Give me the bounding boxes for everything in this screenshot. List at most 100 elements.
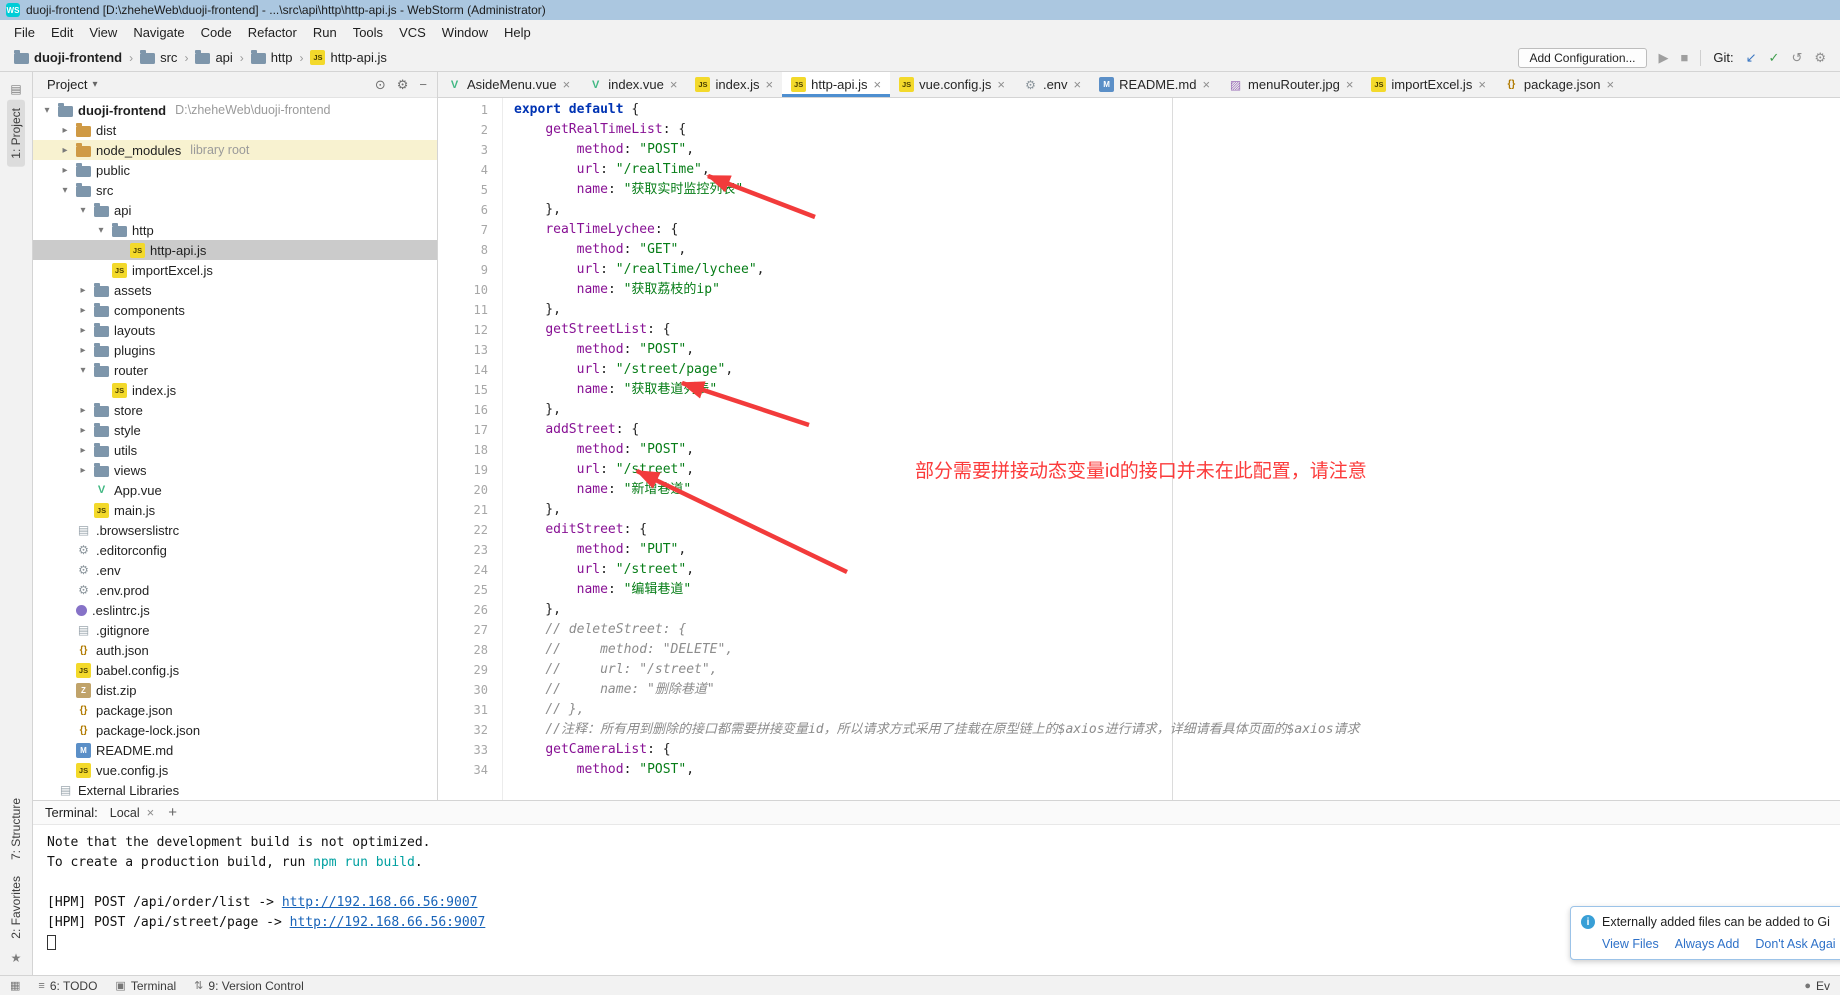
terminal-link[interactable]: http://192.168.66.56:9007 (282, 895, 478, 910)
tree-item-components[interactable]: ▸components (33, 300, 437, 320)
terminal-output[interactable]: Note that the development build is not o… (33, 825, 1840, 975)
chevron-right-icon[interactable]: ▸ (77, 285, 89, 296)
tab-menurouter-jpg[interactable]: ▨menuRouter.jpg× (1219, 72, 1362, 97)
tree-item-api[interactable]: ▾api (33, 200, 437, 220)
tree-item-views[interactable]: ▸views (33, 460, 437, 480)
tree-item-vue-config-js[interactable]: JSvue.config.js (33, 760, 437, 780)
chevron-right-icon[interactable]: ▸ (77, 405, 89, 416)
settings-gear-icon[interactable]: ⚙ (1814, 50, 1826, 66)
tree-item-http-api-js[interactable]: JShttp-api.js (33, 240, 437, 260)
chevron-down-icon[interactable]: ▾ (77, 365, 89, 376)
menu-file[interactable]: File (6, 22, 43, 43)
tree-item-importexcel-js[interactable]: JSimportExcel.js (33, 260, 437, 280)
stripe-favorites-button[interactable]: 2: Favorites (7, 868, 25, 947)
menu-edit[interactable]: Edit (43, 22, 81, 43)
tab-package-json[interactable]: {}package.json× (1495, 72, 1623, 97)
chevron-right-icon[interactable]: ▸ (77, 325, 89, 336)
status-6-todo[interactable]: ≡6: TODO (38, 979, 97, 993)
breadcrumb-item-http-api-js[interactable]: JShttp-api.js (310, 50, 386, 65)
tree-item-main-js[interactable]: JSmain.js (33, 500, 437, 520)
tab-readme-md[interactable]: MREADME.md× (1090, 72, 1219, 97)
add-configuration-button[interactable]: Add Configuration... (1518, 48, 1646, 68)
git-update-icon[interactable]: ↙ (1746, 50, 1757, 66)
close-icon[interactable]: × (147, 805, 155, 820)
chevron-right-icon[interactable]: ▸ (77, 345, 89, 356)
chevron-down-icon[interactable]: ▾ (77, 205, 89, 216)
code-editor[interactable]: 1export default {2 getRealTimeList: {3 m… (438, 98, 1840, 800)
menu-tools[interactable]: Tools (345, 22, 391, 43)
tree-item-package-lock-json[interactable]: {}package-lock.json (33, 720, 437, 740)
tree-item-node-modules[interactable]: ▸node_moduleslibrary root (33, 140, 437, 160)
close-tab-icon[interactable]: × (997, 77, 1005, 92)
terminal-tab-local[interactable]: Local × (110, 805, 154, 820)
tree-item-router[interactable]: ▾router (33, 360, 437, 380)
chevron-down-icon[interactable]: ▾ (92, 79, 97, 90)
tree-item-babel-config-js[interactable]: JSbabel.config.js (33, 660, 437, 680)
chevron-right-icon[interactable]: ▸ (77, 465, 89, 476)
tree-item-external-libraries[interactable]: ▤External Libraries (33, 780, 437, 800)
tree-item-assets[interactable]: ▸assets (33, 280, 437, 300)
close-tab-icon[interactable]: × (670, 77, 678, 92)
settings-gear-icon[interactable]: ⚙ (397, 77, 409, 93)
breadcrumb-item-src[interactable]: src (140, 50, 177, 65)
status-terminal[interactable]: ▣Terminal (115, 979, 176, 993)
close-tab-icon[interactable]: × (766, 77, 774, 92)
tab-index-js[interactable]: JSindex.js× (686, 72, 782, 97)
tab-index-vue[interactable]: Vindex.vue× (579, 72, 686, 97)
status-9-version-control[interactable]: ⇅9: Version Control (194, 979, 304, 993)
hide-panel-icon[interactable]: − (419, 77, 427, 93)
tree-item-dist-zip[interactable]: Zdist.zip (33, 680, 437, 700)
status-event-log[interactable]: ●Ev (1804, 979, 1830, 993)
tree-item-style[interactable]: ▸style (33, 420, 437, 440)
tree-item-store[interactable]: ▸store (33, 400, 437, 420)
tree-item-src[interactable]: ▾src (33, 180, 437, 200)
tree-item-env-prod[interactable]: ⚙.env.prod (33, 580, 437, 600)
tree-item-dist[interactable]: ▸dist (33, 120, 437, 140)
chevron-down-icon[interactable]: ▾ (95, 225, 107, 236)
menu-help[interactable]: Help (496, 22, 539, 43)
locate-file-icon[interactable]: ⊙ (375, 77, 386, 93)
tree-item-editorconfig[interactable]: ⚙.editorconfig (33, 540, 437, 560)
chevron-right-icon[interactable]: ▸ (77, 445, 89, 456)
tree-item-index-js[interactable]: JSindex.js (33, 380, 437, 400)
tree-item-env[interactable]: ⚙.env (33, 560, 437, 580)
close-tab-icon[interactable]: × (1607, 77, 1615, 92)
tree-item-gitignore[interactable]: ▤.gitignore (33, 620, 437, 640)
git-history-icon[interactable]: ↺ (1791, 50, 1802, 66)
tree-item-auth-json[interactable]: {}auth.json (33, 640, 437, 660)
chevron-right-icon[interactable]: ▸ (77, 305, 89, 316)
chevron-right-icon[interactable]: ▸ (59, 165, 71, 176)
menu-vcs[interactable]: VCS (391, 22, 434, 43)
tab-importexcel-js[interactable]: JSimportExcel.js× (1362, 72, 1495, 97)
close-tab-icon[interactable]: × (1346, 77, 1354, 92)
tree-item-app-vue[interactable]: VApp.vue (33, 480, 437, 500)
tree-item-eslintrc-js[interactable]: .eslintrc.js (33, 600, 437, 620)
view-files-link[interactable]: View Files (1602, 937, 1659, 951)
chevron-right-icon[interactable]: ▸ (77, 425, 89, 436)
menu-refactor[interactable]: Refactor (240, 22, 305, 43)
menu-view[interactable]: View (81, 22, 125, 43)
close-tab-icon[interactable]: × (874, 77, 882, 92)
dont-ask-link[interactable]: Don't Ask Agai (1755, 937, 1835, 951)
project-panel-title[interactable]: Project (47, 77, 87, 92)
tree-item-http[interactable]: ▾http (33, 220, 437, 240)
menu-code[interactable]: Code (193, 22, 240, 43)
tree-item-duoji-frontend[interactable]: ▾duoji-frontendD:\zheheWeb\duoji-fronten… (33, 100, 437, 120)
tool-window-switcher-icon[interactable]: ▦ (10, 979, 20, 992)
chevron-right-icon[interactable]: ▸ (59, 145, 71, 156)
tab-asidemenu-vue[interactable]: VAsideMenu.vue× (438, 72, 579, 97)
chevron-right-icon[interactable]: ▸ (59, 125, 71, 136)
tree-item-utils[interactable]: ▸utils (33, 440, 437, 460)
close-tab-icon[interactable]: × (1478, 77, 1486, 92)
tree-item-browserslistrc[interactable]: ▤.browserslistrc (33, 520, 437, 540)
menu-run[interactable]: Run (305, 22, 345, 43)
new-terminal-icon[interactable]: + (168, 804, 177, 821)
menu-navigate[interactable]: Navigate (125, 22, 192, 43)
breadcrumb-item-http[interactable]: http (251, 50, 293, 65)
tab-http-api-js[interactable]: JShttp-api.js× (782, 72, 890, 97)
tree-item-plugins[interactable]: ▸plugins (33, 340, 437, 360)
close-tab-icon[interactable]: × (1202, 77, 1210, 92)
close-tab-icon[interactable]: × (563, 77, 571, 92)
menu-window[interactable]: Window (434, 22, 496, 43)
terminal-link[interactable]: http://192.168.66.56:9007 (290, 915, 486, 930)
